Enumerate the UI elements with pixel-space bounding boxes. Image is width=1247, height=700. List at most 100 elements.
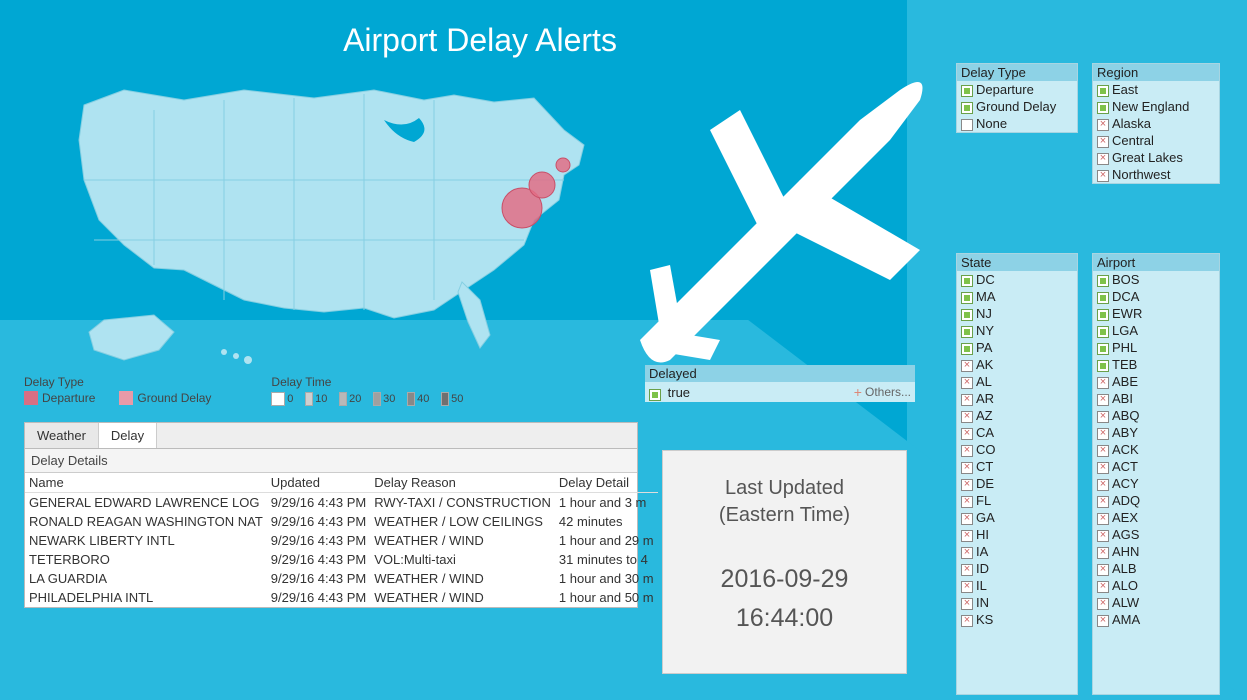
tab-weather[interactable]: Weather bbox=[25, 423, 99, 448]
checkbox-icon bbox=[1097, 411, 1109, 423]
filter-delay-type-option[interactable]: None bbox=[957, 115, 1077, 132]
cell-detail: 31 minutes to 4 bbox=[555, 550, 658, 569]
filter-airport-option[interactable]: DCA bbox=[1093, 288, 1219, 305]
checkbox-icon bbox=[961, 479, 973, 491]
table-row[interactable]: TETERBORO9/29/16 4:43 PMVOL:Multi-taxi31… bbox=[25, 550, 658, 569]
tab-bar: WeatherDelay bbox=[25, 423, 637, 449]
delayed-filter-header: Delayed bbox=[645, 365, 915, 382]
filter-airport-option[interactable]: AGS bbox=[1093, 526, 1219, 543]
filter-delay-type-option-label: None bbox=[976, 116, 1007, 131]
filter-airport-option[interactable]: TEB bbox=[1093, 356, 1219, 373]
filter-state-option[interactable]: IL bbox=[957, 577, 1077, 594]
filter-airport-option[interactable]: ALW bbox=[1093, 594, 1219, 611]
filter-airport-option[interactable]: EWR bbox=[1093, 305, 1219, 322]
filter-airport-option[interactable]: ABQ bbox=[1093, 407, 1219, 424]
filter-state-option[interactable]: IN bbox=[957, 594, 1077, 611]
filter-state-option[interactable]: KS bbox=[957, 611, 1077, 628]
filter-state-option[interactable]: MA bbox=[957, 288, 1077, 305]
last-updated-card: Last Updated (Eastern Time) 2016-09-29 1… bbox=[662, 450, 907, 674]
filter-state-option[interactable]: NY bbox=[957, 322, 1077, 339]
column-header[interactable]: Name bbox=[25, 473, 267, 493]
filter-airport-header: Airport bbox=[1093, 254, 1219, 271]
filter-state-option[interactable]: DC bbox=[957, 271, 1077, 288]
cell-reason: WEATHER / WIND bbox=[370, 588, 555, 607]
filter-state-option[interactable]: DE bbox=[957, 475, 1077, 492]
filter-state-option[interactable]: AR bbox=[957, 390, 1077, 407]
checkbox-icon bbox=[1097, 102, 1109, 114]
checkbox-icon bbox=[961, 275, 973, 287]
cell-name: NEWARK LIBERTY INTL bbox=[25, 531, 267, 550]
tab-delay[interactable]: Delay bbox=[99, 423, 157, 448]
cell-detail: 1 hour and 29 m bbox=[555, 531, 658, 550]
filter-state-option[interactable]: CA bbox=[957, 424, 1077, 441]
table-row[interactable]: GENERAL EDWARD LAWRENCE LOG9/29/16 4:43 … bbox=[25, 493, 658, 513]
delayed-filter-add-others[interactable]: + Others... bbox=[854, 384, 911, 400]
filter-region-option[interactable]: Alaska bbox=[1093, 115, 1219, 132]
checkbox-icon bbox=[1097, 530, 1109, 542]
filter-airport-option[interactable]: BOS bbox=[1093, 271, 1219, 288]
filter-state-option[interactable]: AK bbox=[957, 356, 1077, 373]
table-row[interactable]: RONALD REAGAN WASHINGTON NAT9/29/16 4:43… bbox=[25, 512, 658, 531]
filter-airport-option[interactable]: ALB bbox=[1093, 560, 1219, 577]
filter-state-option[interactable]: GA bbox=[957, 509, 1077, 526]
filter-delay-type-option[interactable]: Departure bbox=[957, 81, 1077, 98]
filter-region-option[interactable]: East bbox=[1093, 81, 1219, 98]
cell-name: LA GUARDIA bbox=[25, 569, 267, 588]
filter-airport-option[interactable]: ALO bbox=[1093, 577, 1219, 594]
filter-region-option[interactable]: Great Lakes bbox=[1093, 149, 1219, 166]
checkbox-icon bbox=[961, 496, 973, 508]
filter-airport-option[interactable]: ABI bbox=[1093, 390, 1219, 407]
filter-state-option-label: ID bbox=[976, 561, 989, 576]
checkbox-icon bbox=[1097, 547, 1109, 559]
filter-state-option[interactable]: AZ bbox=[957, 407, 1077, 424]
filter-airport-option[interactable]: AEX bbox=[1093, 509, 1219, 526]
cell-updated: 9/29/16 4:43 PM bbox=[267, 493, 370, 513]
filter-airport-option[interactable]: ACT bbox=[1093, 458, 1219, 475]
filter-state-option-label: IA bbox=[976, 544, 988, 559]
checkbox-icon bbox=[961, 292, 973, 304]
map-delay-bubble[interactable] bbox=[556, 158, 570, 172]
filter-state-option[interactable]: NJ bbox=[957, 305, 1077, 322]
filter-region-option-label: Alaska bbox=[1112, 116, 1151, 131]
delayed-filter-value-row[interactable]: true bbox=[649, 385, 690, 400]
column-header[interactable]: Delay Reason bbox=[370, 473, 555, 493]
filter-airport-option[interactable]: ACY bbox=[1093, 475, 1219, 492]
map-delay-bubble[interactable] bbox=[529, 172, 555, 198]
table-row[interactable]: PHILADELPHIA INTL9/29/16 4:43 PMWEATHER … bbox=[25, 588, 658, 607]
filter-airport-option[interactable]: ABY bbox=[1093, 424, 1219, 441]
filter-state-option[interactable]: CO bbox=[957, 441, 1077, 458]
checkbox-icon bbox=[1097, 445, 1109, 457]
filter-region-option[interactable]: Northwest bbox=[1093, 166, 1219, 183]
last-updated-label2: (Eastern Time) bbox=[719, 504, 850, 527]
filter-state-option[interactable]: PA bbox=[957, 339, 1077, 356]
filter-state-option-label: CO bbox=[976, 442, 996, 457]
filter-delay-type-option[interactable]: Ground Delay bbox=[957, 98, 1077, 115]
table-row[interactable]: LA GUARDIA9/29/16 4:43 PMWEATHER / WIND1… bbox=[25, 569, 658, 588]
filter-airport-option-label: ACT bbox=[1112, 459, 1138, 474]
checkbox-icon bbox=[1097, 170, 1109, 182]
filter-region-option[interactable]: Central bbox=[1093, 132, 1219, 149]
checkbox-icon bbox=[961, 343, 973, 355]
column-header[interactable]: Updated bbox=[267, 473, 370, 493]
filter-airport-option[interactable]: PHL bbox=[1093, 339, 1219, 356]
filter-delay-type-option-label: Ground Delay bbox=[976, 99, 1056, 114]
filter-airport-option[interactable]: ABE bbox=[1093, 373, 1219, 390]
filter-region-option[interactable]: New England bbox=[1093, 98, 1219, 115]
checkbox-icon bbox=[1097, 136, 1109, 148]
filter-state-option[interactable]: HI bbox=[957, 526, 1077, 543]
filter-state-option[interactable]: AL bbox=[957, 373, 1077, 390]
filter-airport-option[interactable]: LGA bbox=[1093, 322, 1219, 339]
usa-map[interactable] bbox=[24, 60, 624, 370]
filter-airport-option[interactable]: ACK bbox=[1093, 441, 1219, 458]
filter-state-option[interactable]: IA bbox=[957, 543, 1077, 560]
table-row[interactable]: NEWARK LIBERTY INTL9/29/16 4:43 PMWEATHE… bbox=[25, 531, 658, 550]
column-header[interactable]: Delay Detail bbox=[555, 473, 658, 493]
filter-airport-option[interactable]: AMA bbox=[1093, 611, 1219, 628]
filter-state-option[interactable]: CT bbox=[957, 458, 1077, 475]
filter-airport-option[interactable]: ADQ bbox=[1093, 492, 1219, 509]
filter-state-option-label: AK bbox=[976, 357, 993, 372]
filter-state-option[interactable]: FL bbox=[957, 492, 1077, 509]
filter-airport-option[interactable]: AHN bbox=[1093, 543, 1219, 560]
delayed-filter-others-label: Others... bbox=[865, 385, 911, 399]
filter-state-option[interactable]: ID bbox=[957, 560, 1077, 577]
